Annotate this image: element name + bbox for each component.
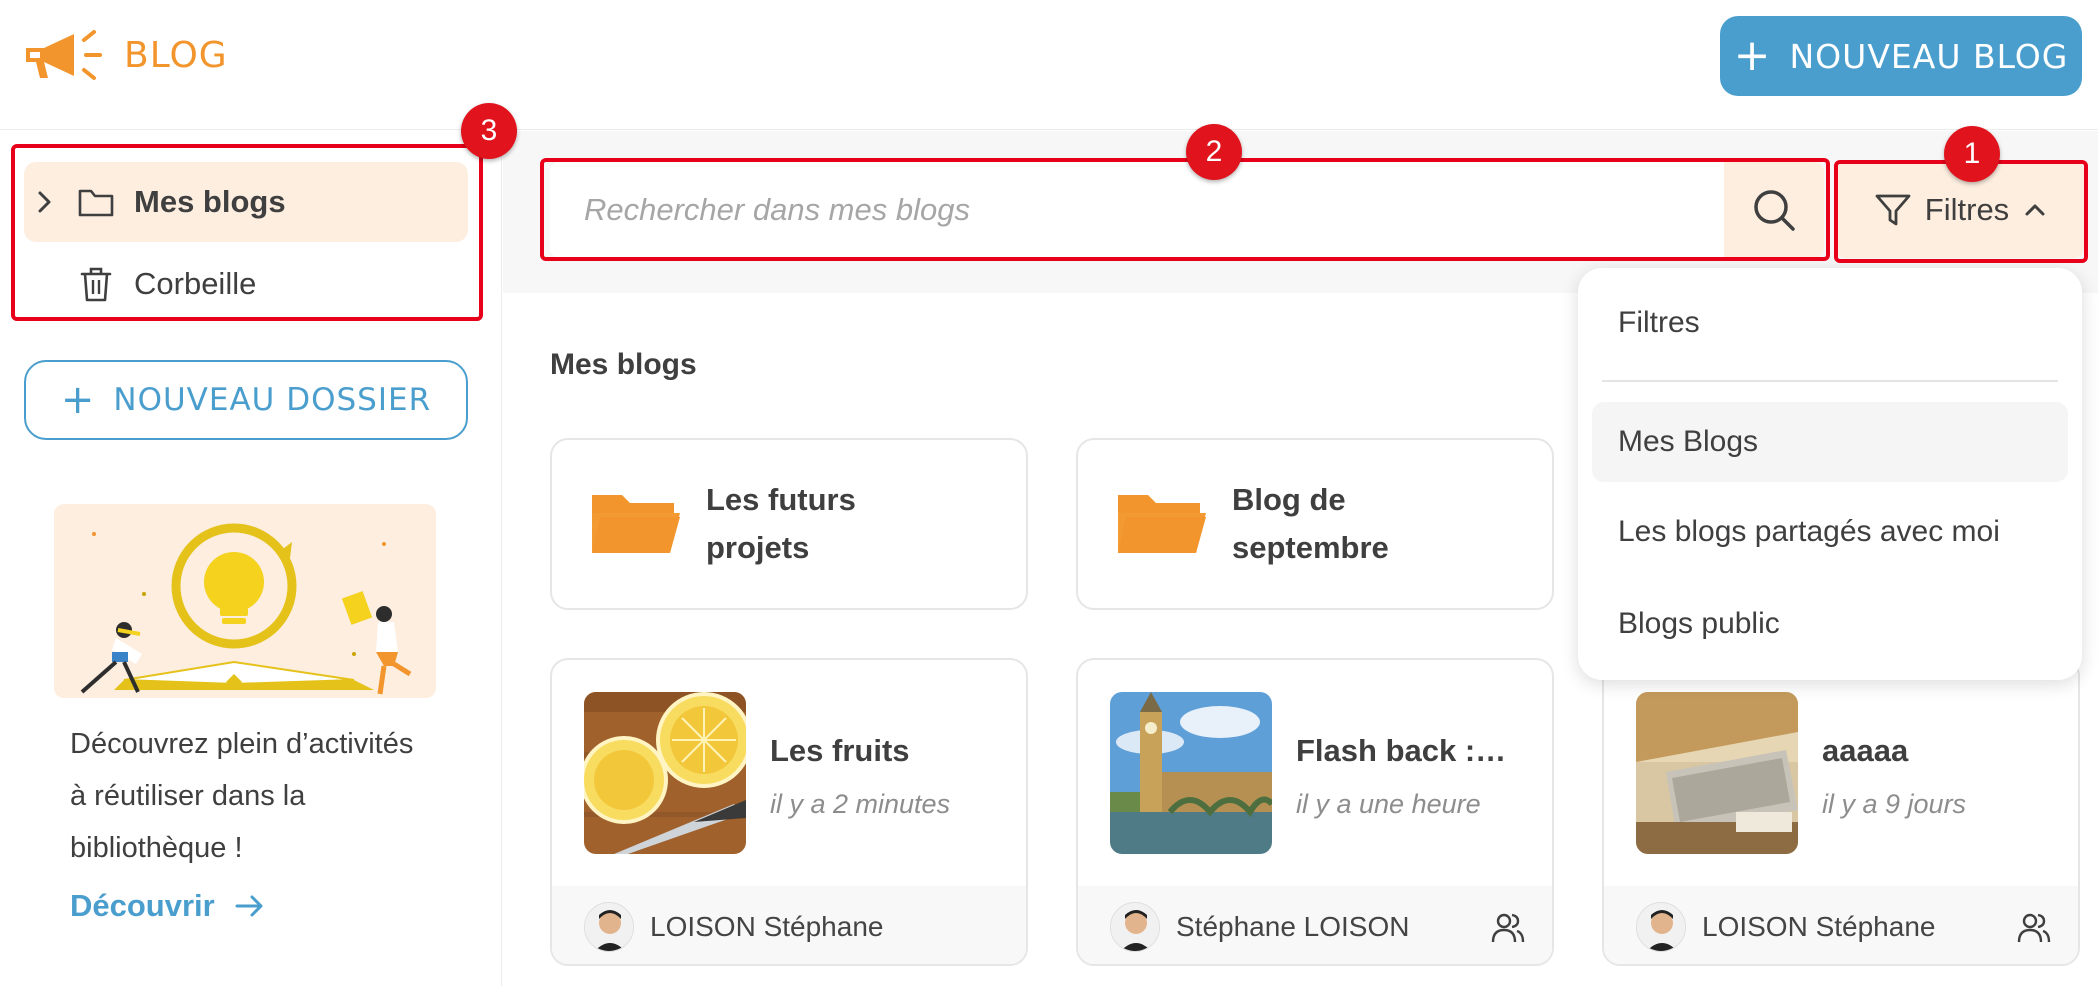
blog-time: il y a 2 minutes	[770, 788, 951, 819]
megaphone-icon	[26, 30, 102, 80]
avatar	[1110, 902, 1160, 952]
annotation-box-sidebar	[11, 144, 483, 321]
avatar	[1636, 902, 1686, 952]
filter-option-label: Les blogs partagés avec moi	[1618, 515, 2000, 548]
blog-info: Les fruits il y a 2 minutes	[770, 692, 1000, 854]
blog-thumbnail	[1110, 692, 1272, 854]
blog-card-footer: LOISON Stéphane	[552, 886, 1026, 964]
blog-title: Les fruits	[770, 732, 910, 768]
plus-icon: +	[60, 377, 96, 423]
blog-time: il y a une heure	[1296, 788, 1481, 819]
filter-option-mes-blogs[interactable]: Mes Blogs	[1592, 402, 2068, 482]
plus-icon: +	[1733, 30, 1772, 81]
filter-option-public-blogs[interactable]: Blogs public	[1592, 584, 2068, 664]
filter-option-label: Blogs public	[1618, 607, 1780, 640]
annotation-badge-2: 2	[1186, 124, 1242, 180]
blog-info: Flash back :… il y a une heure	[1296, 692, 1526, 854]
discover-link[interactable]: Découvrir	[70, 888, 267, 924]
shared-users-icon	[2017, 913, 2051, 943]
new-folder-label: NOUVEAU DOSSIER	[113, 382, 432, 418]
blog-thumbnail	[1636, 692, 1798, 854]
blog-info: aaaaa il y a 9 jours	[1822, 692, 2052, 854]
discover-link-label: Découvrir	[70, 888, 215, 923]
annotation-box-search	[540, 158, 1830, 261]
folder-name: Blog de septembre	[1232, 482, 1389, 565]
promo-text: Découvrez plein d’activités à réutiliser…	[70, 728, 414, 864]
blog-card-footer: Stéphane LOISON	[1078, 886, 1552, 964]
blog-time: il y a 9 jours	[1822, 788, 1967, 819]
folder-name: Les futurs projets	[706, 482, 856, 565]
library-illustration	[54, 504, 436, 698]
blog-card-footer: LOISON Stéphane	[1604, 886, 2078, 964]
blog-card[interactable]: Flash back :… il y a une heure Stéphane …	[1076, 658, 1554, 966]
new-folder-button[interactable]: + NOUVEAU DOSSIER	[24, 360, 468, 440]
folder-icon	[592, 495, 680, 553]
blog-card[interactable]: Les fruits il y a 2 minutes LOISON Stéph…	[550, 658, 1028, 966]
blog-title: Flash back :…	[1296, 732, 1507, 768]
filter-dropdown: Filtres Mes Blogs Les blogs partagés ave…	[1578, 268, 2082, 680]
dropdown-divider	[1602, 380, 2058, 382]
folder-icon	[1118, 495, 1206, 553]
folder-card[interactable]: Les futurs projets	[550, 438, 1028, 610]
dropdown-header: Filtres	[1618, 306, 1700, 339]
app-logo[interactable]: BLOG	[22, 28, 228, 82]
new-blog-label: NOUVEAU BLOG	[1789, 36, 2069, 76]
blog-author: Stéphane LOISON	[1176, 911, 1410, 942]
blog-card[interactable]: aaaaa il y a 9 jours LOISON Stéphane	[1602, 658, 2080, 966]
new-blog-button[interactable]: + NOUVEAU BLOG	[1720, 16, 2082, 96]
app-header: BLOG + NOUVEAU BLOG	[0, 0, 2098, 130]
section-title: Mes blogs	[550, 348, 697, 381]
annotation-badge-1: 1	[1944, 126, 2000, 182]
folder-card[interactable]: Blog de septembre	[1076, 438, 1554, 610]
blog-author: LOISON Stéphane	[1702, 911, 1936, 942]
app-title: BLOG	[124, 34, 228, 76]
shared-users-icon	[1491, 913, 1525, 943]
blog-author: LOISON Stéphane	[650, 911, 884, 942]
blog-thumbnail	[584, 692, 746, 854]
blog-title: aaaaa	[1822, 732, 1909, 768]
avatar	[584, 902, 634, 952]
annotation-badge-3: 3	[461, 103, 517, 159]
filter-option-label: Mes Blogs	[1618, 425, 1759, 458]
arrow-right-icon	[235, 895, 263, 917]
filter-option-shared-blogs[interactable]: Les blogs partagés avec moi	[1592, 492, 2068, 572]
